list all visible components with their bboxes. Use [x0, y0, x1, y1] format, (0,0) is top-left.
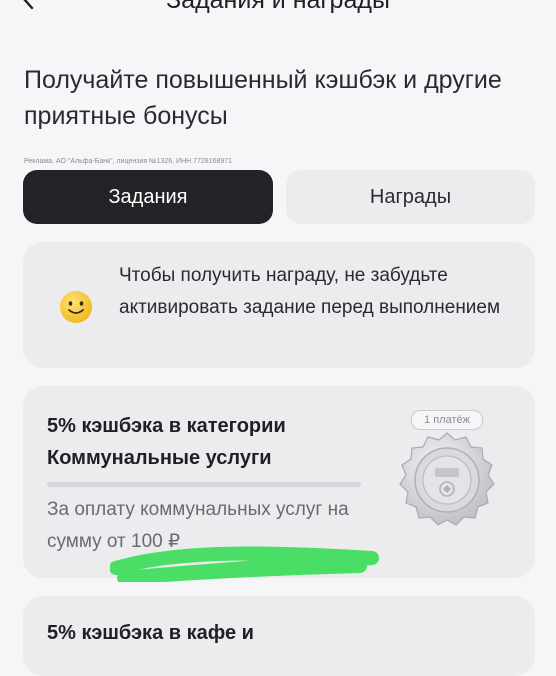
task-card-cafe[interactable]: 5% кэшбэка в кафе и [23, 596, 535, 676]
tab-tasks[interactable]: Задания [23, 170, 273, 224]
tab-rewards[interactable]: Награды [286, 170, 535, 224]
page-title: Задания и награды [166, 0, 390, 14]
task-card-utilities[interactable]: 5% кэшбэка в категории Коммунальные услу… [23, 386, 535, 578]
info-text: Чтобы получить награду, не забудьте акти… [119, 265, 501, 318]
medal-icon [399, 432, 495, 526]
headline: Получайте повышенный кэшбэк и другие при… [24, 66, 502, 130]
smiley-emoji-icon [60, 291, 92, 323]
task-title: 5% кэшбэка в кафе и [47, 622, 254, 644]
task-title: 5% кэшбэка в категории Коммунальные услу… [47, 415, 286, 469]
task-description: За оплату коммунальных услуг на сумму от… [47, 499, 349, 552]
payment-count-badge: 1 платёж [411, 410, 483, 430]
progress-bar [47, 482, 361, 487]
top-bar: Задания и награды [0, 0, 556, 16]
info-banner: Чтобы получить награду, не забудьте акти… [23, 242, 535, 368]
ad-disclaimer: Реклама. АО "Альфа-Банк", лицензия №1326… [24, 158, 233, 165]
